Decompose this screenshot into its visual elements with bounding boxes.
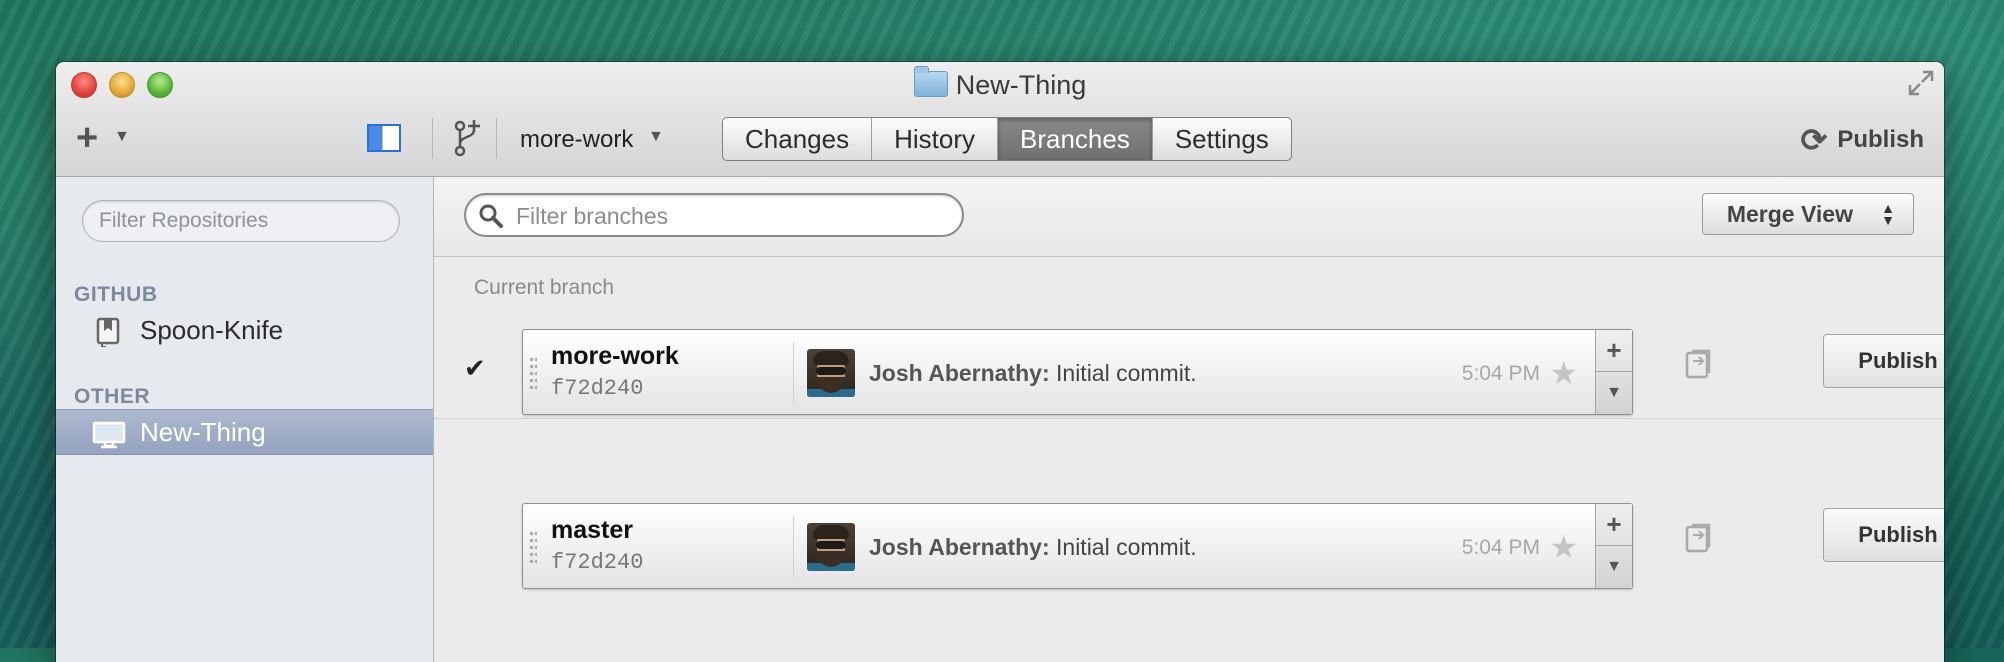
- merge-view-label: Merge View: [1726, 201, 1853, 227]
- filter-branches-field: [464, 193, 964, 237]
- search-icon: [478, 203, 504, 229]
- section-heading-other: OTHER: [74, 385, 150, 408]
- publish-label: Publish: [1837, 126, 1924, 153]
- branches-toolbar: Merge View ▲▼: [434, 177, 1944, 257]
- branch-selector[interactable]: more-work: [520, 124, 633, 156]
- tab-branches[interactable]: Branches: [997, 118, 1153, 160]
- divider: [793, 516, 794, 578]
- commit-summary: Josh Abernathy: Initial commit.: [869, 360, 1197, 387]
- view-tabs: Changes History Branches Settings: [722, 117, 1292, 161]
- repo-icon: [96, 316, 120, 348]
- branch-controls: + ▼: [1595, 504, 1632, 588]
- row-divider: [434, 418, 1944, 419]
- branches-panel: Merge View ▲▼ Current branch ✔ more-work…: [434, 177, 1944, 662]
- branch-name: more-work: [551, 342, 679, 370]
- star-icon[interactable]: ★: [1549, 354, 1578, 392]
- commit-author: Josh Abernathy:: [869, 534, 1050, 560]
- tab-history[interactable]: History: [872, 118, 998, 160]
- commit-summary: Josh Abernathy: Initial commit.: [869, 534, 1197, 561]
- window-title-text: New-Thing: [955, 70, 1087, 100]
- publish-branch-button[interactable]: Publish: [1823, 508, 1944, 562]
- new-branch-button[interactable]: +: [1596, 330, 1632, 372]
- window-title: New-Thing: [56, 66, 1944, 102]
- sidebar-item-spoon-knife[interactable]: Spoon-Knife: [56, 308, 433, 352]
- up-down-icon: ▲ ▼: [1881, 200, 1895, 228]
- branch-menu-button[interactable]: ▼: [1596, 546, 1632, 588]
- sidebar-item-label: New-Thing: [140, 417, 266, 447]
- compare-icon[interactable]: [1684, 347, 1712, 379]
- commit-time: 5:04 PM: [1461, 362, 1540, 385]
- fullscreen-icon[interactable]: [1906, 68, 1936, 106]
- commit-time: 5:04 PM: [1461, 536, 1540, 559]
- branch-menu-button[interactable]: ▼: [1596, 372, 1632, 414]
- new-branch-button[interactable]: +: [1596, 504, 1632, 546]
- commit-sha: f72d240: [551, 376, 644, 401]
- chevron-down-icon[interactable]: ▼: [648, 128, 664, 146]
- sidebar-item-label: Spoon-Knife: [140, 315, 284, 345]
- titlebar: New-Thing + ▼ more-work ▼ Changes Histor…: [56, 62, 1944, 177]
- sidebar-item-new-thing[interactable]: New-Thing: [56, 409, 433, 455]
- avatar: [807, 349, 855, 397]
- filter-repositories-input[interactable]: [82, 200, 400, 242]
- divider: [793, 342, 794, 404]
- commit-message: Initial commit.: [1056, 534, 1197, 560]
- branch-card-master[interactable]: master f72d240 Josh Abernathy: Initial c…: [522, 503, 1633, 589]
- commit-message: Initial commit.: [1056, 360, 1197, 386]
- tab-changes[interactable]: Changes: [723, 118, 873, 160]
- branch-controls: + ▼: [1595, 330, 1632, 414]
- current-branch-label: Current branch: [474, 276, 615, 299]
- chevron-down-icon[interactable]: ▼: [114, 128, 130, 146]
- monitor-icon: [92, 418, 126, 449]
- checkmark-icon: ✔: [464, 353, 486, 383]
- avatar: [807, 523, 855, 571]
- publish-repository-button[interactable]: ⟳ Publish: [1801, 122, 1924, 158]
- folder-icon: [913, 66, 948, 97]
- publish-branch-button[interactable]: Publish: [1823, 334, 1944, 388]
- toggle-sidebar-icon[interactable]: [367, 124, 401, 152]
- compare-icon[interactable]: [1684, 521, 1712, 553]
- app-window: New-Thing + ▼ more-work ▼ Changes Histor…: [56, 62, 1944, 662]
- toolbar-divider: [432, 118, 433, 158]
- section-heading-github: GITHUB: [74, 283, 158, 306]
- commit-sha: f72d240: [551, 550, 644, 575]
- add-repository-button[interactable]: +: [76, 118, 98, 158]
- commit-author: Josh Abernathy:: [869, 360, 1050, 386]
- sync-icon: ⟳: [1800, 122, 1828, 158]
- tab-settings[interactable]: Settings: [1153, 118, 1291, 160]
- toolbar-divider: [496, 118, 497, 158]
- branch-name: master: [551, 516, 633, 544]
- branch-icon[interactable]: [452, 118, 482, 158]
- drag-handle-icon[interactable]: [529, 356, 537, 390]
- branch-card-more-work[interactable]: more-work f72d240 Josh Abernathy: Initia…: [522, 329, 1633, 415]
- repository-sidebar: GITHUB Spoon-Knife OTHER New-Thing: [56, 177, 434, 662]
- drag-handle-icon[interactable]: [529, 530, 537, 564]
- merge-view-button[interactable]: Merge View ▲ ▼: [1701, 193, 1914, 235]
- star-icon[interactable]: ★: [1549, 528, 1578, 566]
- filter-branches-input[interactable]: [514, 195, 948, 237]
